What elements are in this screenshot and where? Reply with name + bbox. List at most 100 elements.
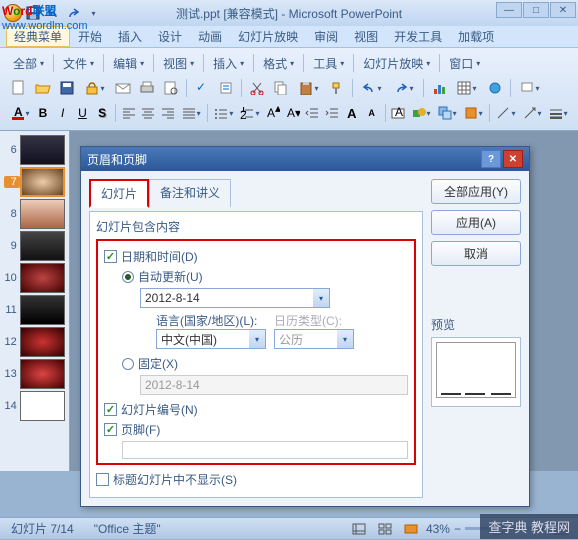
slide-thumbnail[interactable]: 9 [4, 231, 65, 261]
new-slide-icon[interactable]: ▾ [515, 77, 545, 99]
close-button[interactable]: ✕ [550, 2, 576, 18]
table-icon[interactable]: ▾ [452, 77, 482, 99]
language-combo[interactable]: 中文(中国)▾ [156, 329, 266, 349]
tab-slideshow[interactable]: 幻灯片放映 [230, 26, 306, 47]
dd-window[interactable]: 窗口▾ [444, 52, 485, 75]
chart-icon[interactable] [428, 77, 450, 99]
cancel-button[interactable]: 取消 [431, 241, 521, 266]
dialog-help-button[interactable]: ? [481, 150, 501, 168]
zoom-percent[interactable]: 43% [426, 522, 450, 536]
radio-auto-update[interactable] [122, 271, 134, 283]
research-icon[interactable] [215, 77, 237, 99]
date-format-combo[interactable]: 2012-8-14▾ [140, 288, 330, 308]
text-box-icon[interactable]: A [389, 102, 407, 124]
font-color-icon[interactable]: A▾ [8, 102, 32, 124]
dd-all[interactable]: 全部▾ [8, 52, 49, 75]
increase-indent-icon[interactable] [323, 102, 341, 124]
align-menu-icon[interactable]: ▾ [179, 102, 203, 124]
redo-icon[interactable]: ▾ [389, 77, 419, 99]
italic-icon[interactable]: I [54, 102, 72, 124]
maximize-button[interactable]: □ [523, 2, 549, 18]
checkbox-slide-number[interactable]: ✓ [104, 403, 117, 416]
slide-thumbnail[interactable]: 12 [4, 327, 65, 357]
cut-icon[interactable] [246, 77, 268, 99]
minimize-button[interactable]: — [496, 2, 522, 18]
quick-styles-icon[interactable]: ▾ [461, 102, 485, 124]
increase-font-icon[interactable]: A▴ [264, 102, 282, 124]
dd-edit[interactable]: 编辑▾ [108, 52, 149, 75]
print-icon[interactable] [136, 77, 158, 99]
arrow-icon[interactable]: ▾ [520, 102, 544, 124]
slide-thumbnail[interactable]: 13 [4, 359, 65, 389]
redo-icon[interactable] [64, 4, 82, 22]
decrease-indent-icon[interactable] [304, 102, 322, 124]
tab-review[interactable]: 审阅 [306, 26, 346, 47]
checkbox-footer[interactable]: ✓ [104, 423, 117, 436]
slide-thumbnail[interactable]: 10 [4, 263, 65, 293]
dialog-close-button[interactable]: ✕ [503, 150, 523, 168]
bullets-icon[interactable]: ▾ [212, 102, 236, 124]
dd-view[interactable]: 视图▾ [158, 52, 199, 75]
paste-icon[interactable]: ▾ [294, 77, 324, 99]
tab-animation[interactable]: 动画 [190, 26, 230, 47]
tab-classic-menu[interactable]: 经典菜单 [6, 26, 70, 47]
dd-file[interactable]: 文件▾ [58, 52, 99, 75]
apply-all-button[interactable]: 全部应用(Y) [431, 179, 521, 204]
save-icon[interactable] [56, 77, 78, 99]
shapes-icon[interactable]: ▾ [409, 102, 433, 124]
dd-slideshow[interactable]: 幻灯片放映▾ [358, 52, 435, 75]
qat-customize-icon[interactable]: ▾ [84, 4, 102, 22]
spelling-icon[interactable]: ✓ [191, 77, 213, 99]
dd-format[interactable]: 格式▾ [258, 52, 299, 75]
slide-thumbnail[interactable]: 6 [4, 135, 65, 165]
bold-icon[interactable]: B [34, 102, 52, 124]
tab-addins[interactable]: 加载项 [450, 26, 502, 47]
shadow-icon[interactable]: S [93, 102, 111, 124]
line-icon[interactable]: ▾ [494, 102, 518, 124]
tab-view[interactable]: 视图 [346, 26, 386, 47]
arrange-icon[interactable]: ▾ [435, 102, 459, 124]
tab-home[interactable]: 开始 [70, 26, 110, 47]
save-icon[interactable] [24, 4, 42, 22]
dd-insert[interactable]: 插入▾ [208, 52, 249, 75]
tab-slide[interactable]: 幻灯片 [89, 179, 149, 208]
tab-notes-handouts[interactable]: 备注和讲义 [149, 179, 231, 207]
copy-icon[interactable] [270, 77, 292, 99]
undo-icon[interactable] [44, 4, 62, 22]
normal-view-icon[interactable] [348, 518, 370, 540]
underline-icon[interactable]: U [74, 102, 92, 124]
undo-icon[interactable]: ▾ [357, 77, 387, 99]
format-painter-icon[interactable] [326, 77, 348, 99]
tab-developer[interactable]: 开发工具 [386, 26, 450, 47]
slide-thumbnail[interactable]: 7 [4, 167, 65, 197]
print-preview-icon[interactable] [160, 77, 182, 99]
tab-insert[interactable]: 插入 [110, 26, 150, 47]
apply-button[interactable]: 应用(A) [431, 210, 521, 235]
zoom-out-icon[interactable]: − [454, 522, 461, 536]
align-right-icon[interactable] [159, 102, 177, 124]
checkbox-datetime[interactable]: ✓ [104, 250, 117, 263]
radio-fixed[interactable] [122, 358, 134, 370]
checkbox-no-title-slide[interactable] [96, 473, 109, 486]
numbering-icon[interactable]: 12▾ [238, 102, 262, 124]
slide-thumbnail[interactable]: 8 [4, 199, 65, 229]
sorter-view-icon[interactable] [374, 518, 396, 540]
new-icon[interactable] [8, 77, 30, 99]
font-decrease-a-icon[interactable]: A [363, 102, 381, 124]
permission-icon[interactable]: ▾ [80, 77, 110, 99]
slideshow-view-icon[interactable] [400, 518, 422, 540]
decrease-font-icon[interactable]: A▾ [284, 102, 302, 124]
open-icon[interactable] [32, 77, 54, 99]
footer-text-field[interactable] [122, 441, 408, 459]
slide-thumbnail[interactable]: 11 [4, 295, 65, 325]
tab-design[interactable]: 设计 [150, 26, 190, 47]
font-increase-a-icon[interactable]: A [343, 102, 361, 124]
slide-thumbnail[interactable]: 14 [4, 391, 65, 421]
hyperlink-icon[interactable] [484, 77, 506, 99]
align-left-icon[interactable] [120, 102, 138, 124]
line-style-icon[interactable]: ▾ [546, 102, 570, 124]
align-center-icon[interactable] [140, 102, 158, 124]
office-orb[interactable] [4, 4, 22, 22]
dd-tools[interactable]: 工具▾ [308, 52, 349, 75]
email-icon[interactable] [112, 77, 134, 99]
